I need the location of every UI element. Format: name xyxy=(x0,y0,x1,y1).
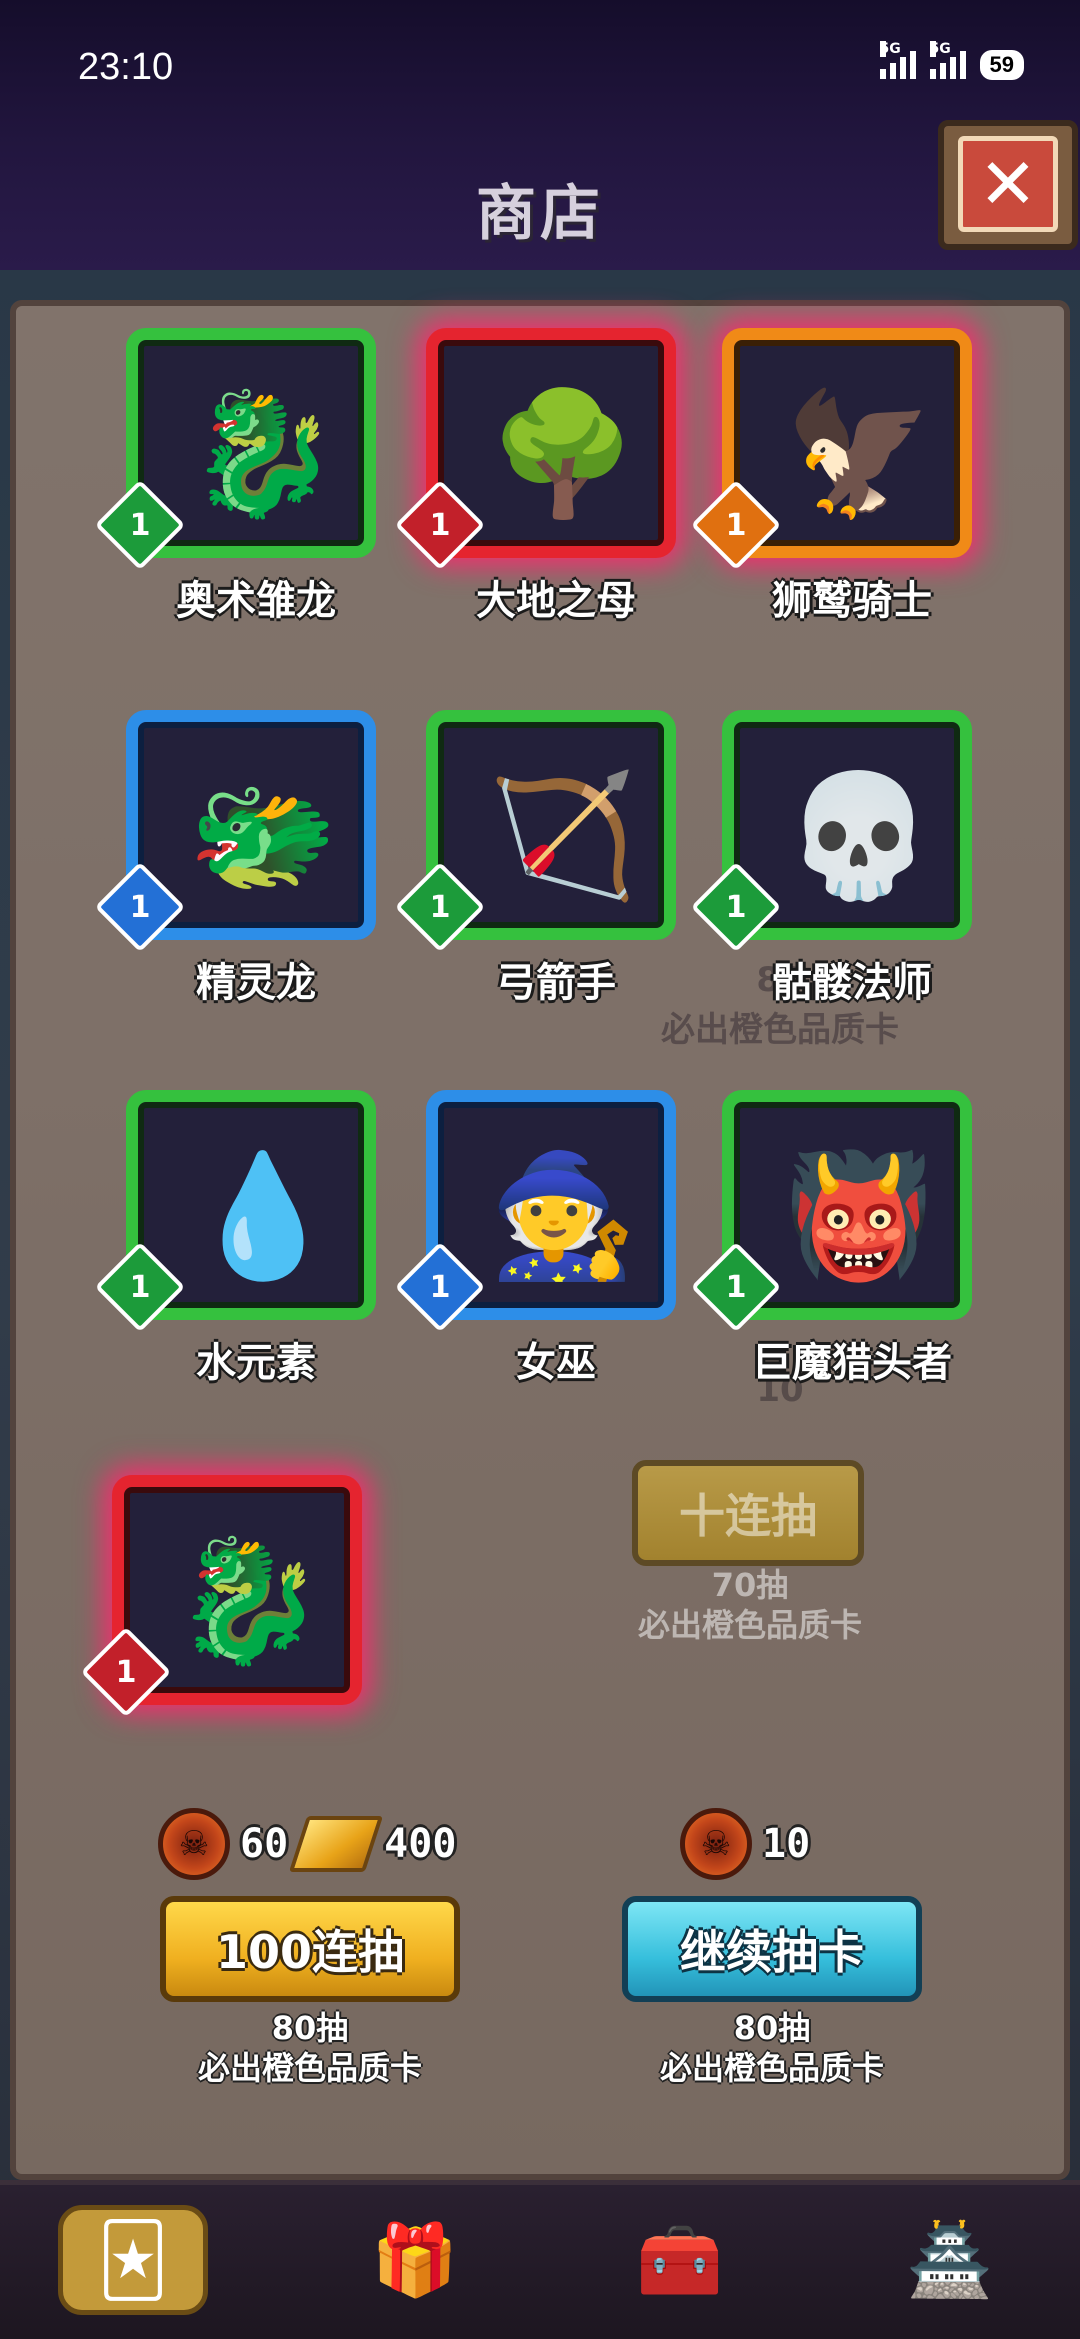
signal-icon: 5G xyxy=(879,41,916,79)
card-name: 巨魔猎头者 xyxy=(752,1340,952,1386)
troll-icon: 👹 xyxy=(784,1147,934,1286)
coin-amount: 60 xyxy=(240,1821,289,1867)
left-pity-count: 80抽 xyxy=(271,2009,349,2047)
card-level: 1 xyxy=(429,507,451,543)
card-level: 1 xyxy=(725,507,747,543)
signal-label: 5G xyxy=(929,41,951,57)
card-level: 1 xyxy=(129,507,151,543)
demon-coin-icon: ☠ xyxy=(158,1808,230,1880)
card-level: 1 xyxy=(429,889,451,925)
page-title: 商店 xyxy=(476,179,604,249)
witch-icon: 🧙 xyxy=(488,1147,638,1286)
card-name: 狮鹫骑士 xyxy=(772,578,932,624)
status-time: 23:10 xyxy=(78,46,174,88)
fairy-dragon-icon: 🐲 xyxy=(188,767,338,906)
close-button[interactable]: ✕ xyxy=(938,120,1078,250)
signal-label: 5G xyxy=(879,41,901,57)
status-icons: 5G 5G 59 xyxy=(879,41,1024,80)
card-deck-icon[interactable]: 🃏 xyxy=(58,2205,208,2315)
gold-amount: 400 xyxy=(384,1821,457,1867)
earth-mother-icon: 🌳 xyxy=(488,385,638,524)
card-level: 1 xyxy=(129,1269,151,1305)
griffin-icon: 🦅 xyxy=(784,385,934,524)
card-name: 女巫 xyxy=(516,1340,596,1386)
left-cost-row: ☠ 60 400 xyxy=(158,1808,456,1880)
ten-draw-pity-count: 70抽 xyxy=(711,1566,789,1604)
gold-bar-icon xyxy=(289,1816,384,1872)
barracks-icon[interactable]: 🏯 xyxy=(875,2205,1025,2315)
coin-amount: 10 xyxy=(762,1821,811,1867)
card-name: 大地之母 xyxy=(476,578,636,624)
gift-box-icon[interactable]: 🎁 xyxy=(340,2205,490,2315)
card-level: 1 xyxy=(725,1269,747,1305)
card-level: 1 xyxy=(725,889,747,925)
demon-coin-icon: ☠ xyxy=(680,1808,752,1880)
skeleton-mage-icon: 💀 xyxy=(784,767,934,906)
battery-indicator: 59 xyxy=(979,50,1024,80)
left-pity-text: 必出橙色品质卡 xyxy=(197,2049,422,2087)
ten-draw-button[interactable]: 十连抽 xyxy=(632,1460,864,1566)
archer-icon: 🏹 xyxy=(488,767,638,906)
bottom-nav: 🃏 🎁 🧰 🏯 xyxy=(0,2180,1080,2339)
continue-draw-button[interactable]: 继续抽卡 xyxy=(622,1896,922,2002)
card-level: 1 xyxy=(129,889,151,925)
close-icon: ✕ xyxy=(958,136,1058,232)
card-level: 1 xyxy=(429,1269,451,1305)
card-name: 精灵龙 xyxy=(196,960,316,1006)
right-cost-row: ☠ 10 xyxy=(680,1808,810,1880)
right-pity-text: 必出橙色品质卡 xyxy=(659,2049,884,2087)
card-level: 1 xyxy=(115,1654,137,1690)
dragon-icon: 🐉 xyxy=(188,385,338,524)
card-name: 奥术雏龙 xyxy=(176,578,336,624)
card-name: 弓箭手 xyxy=(496,960,616,1006)
signal-icon: 5G xyxy=(929,41,966,79)
treasure-chest-icon[interactable]: 🧰 xyxy=(605,2205,755,2315)
header-bar: 23:10 5G 5G 59 商店 ✕ xyxy=(0,0,1080,270)
blue-dragon-icon: 🐉 xyxy=(174,1532,324,1671)
water-elemental-icon: 💧 xyxy=(188,1147,338,1286)
card-name: 水元素 xyxy=(196,1340,316,1386)
right-pity-count: 80抽 xyxy=(733,2009,811,2047)
card-name: 骷髅法师 xyxy=(772,960,932,1006)
ten-draw-pity-text: 必出橙色品质卡 xyxy=(637,1606,862,1644)
hundred-draw-button[interactable]: 100连抽 xyxy=(160,1896,460,2002)
